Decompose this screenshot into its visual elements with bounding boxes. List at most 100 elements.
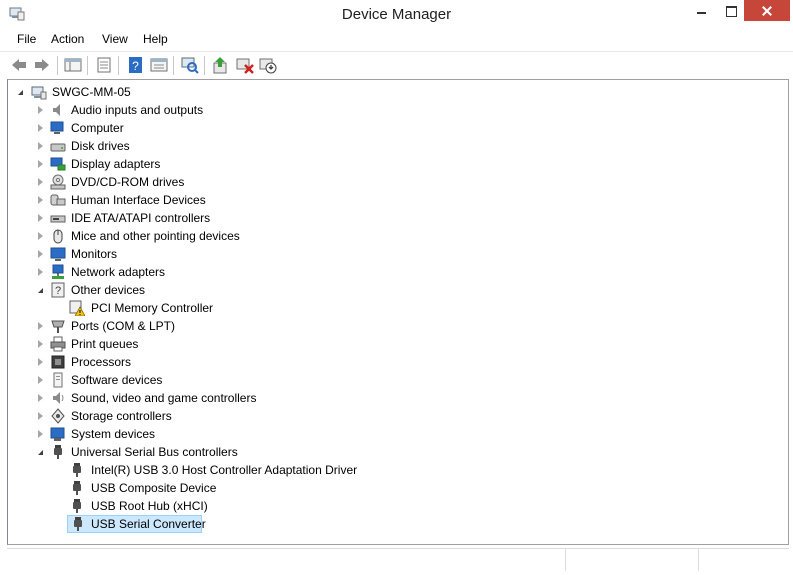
tree-item-label: Audio inputs and outputs	[71, 103, 204, 117]
back-arrow-icon[interactable]	[10, 56, 28, 74]
ide-controller-icon	[50, 215, 66, 223]
tree-item-sound-video-game[interactable]: Sound, video and game controllers	[38, 389, 338, 407]
tree-item-usb-serial-converter[interactable]: USB Serial Converter	[67, 515, 206, 533]
tree-item-audio[interactable]: Audio inputs and outputs	[38, 101, 338, 119]
tree-item-usb-composite-device[interactable]: USB Composite Device	[58, 479, 358, 497]
scan-hardware-icon[interactable]	[181, 56, 199, 74]
device-manager-window: Device Manager File Action View Help ? S…	[0, 0, 793, 575]
menu-bar: File Action View Help	[0, 30, 793, 50]
uninstall-device-icon[interactable]	[236, 56, 254, 74]
monitor-icon	[50, 247, 66, 261]
network-adapter-icon	[52, 264, 64, 279]
collapsed-arrow-icon[interactable]	[38, 142, 43, 150]
tree-item-print-queues[interactable]: Print queues	[38, 335, 338, 353]
expanded-arrow-icon[interactable]	[38, 450, 43, 455]
collapsed-arrow-icon[interactable]	[38, 430, 43, 438]
tree-item-hid[interactable]: Human Interface Devices	[38, 191, 338, 209]
maximize-button[interactable]	[718, 0, 744, 21]
toolbar-separator	[87, 56, 88, 75]
collapsed-arrow-icon[interactable]	[38, 178, 43, 186]
menu-action[interactable]: Action	[51, 32, 84, 46]
collapsed-arrow-icon[interactable]	[38, 160, 43, 168]
tree-item-label: Software devices	[71, 373, 163, 387]
collapsed-arrow-icon[interactable]	[38, 214, 43, 222]
tree-item-label: DVD/CD-ROM drives	[71, 175, 185, 189]
storage-controller-icon	[51, 408, 65, 424]
tree-item-intel-usb3-host-controller[interactable]: Intel(R) USB 3.0 Host Controller Adaptat…	[58, 461, 408, 479]
warning-device-icon	[69, 300, 85, 316]
tree-item-label: Storage controllers	[71, 409, 172, 423]
system-device-icon	[50, 427, 65, 441]
collapsed-arrow-icon[interactable]	[38, 394, 43, 402]
disk-drive-icon	[50, 143, 66, 152]
close-button[interactable]	[744, 0, 790, 21]
computer-icon	[50, 121, 64, 134]
tree-root[interactable]: SWGC-MM-05	[18, 83, 218, 101]
menu-help[interactable]: Help	[143, 32, 168, 46]
tree-item-label: Ports (COM & LPT)	[71, 319, 176, 333]
properties-icon[interactable]	[95, 56, 113, 74]
view-icon[interactable]	[150, 56, 168, 74]
tree-item-usb-controllers[interactable]: Universal Serial Bus controllers	[38, 443, 338, 461]
menu-file[interactable]: File	[17, 32, 36, 46]
tree-item-disk-drives[interactable]: Disk drives	[38, 137, 338, 155]
tree-item-label: Monitors	[71, 247, 118, 261]
expanded-arrow-icon[interactable]	[38, 288, 43, 293]
minimize-button[interactable]	[688, 0, 718, 21]
processor-icon	[51, 355, 65, 369]
tree-item-other-devices[interactable]: ? Other devices	[38, 281, 338, 299]
usb-icon	[74, 517, 82, 531]
collapsed-arrow-icon[interactable]	[38, 250, 43, 258]
tree-item-storage-controllers[interactable]: Storage controllers	[38, 407, 338, 425]
toolbar-separator	[57, 56, 58, 75]
tree-item-display-adapters[interactable]: Display adapters	[38, 155, 338, 173]
tree-item-dvd-drives[interactable]: DVD/CD-ROM drives	[38, 173, 338, 191]
status-bar-separator	[698, 549, 699, 571]
computer-icon	[31, 86, 47, 100]
expanded-arrow-icon[interactable]	[18, 90, 23, 95]
tree-item-system-devices[interactable]: System devices	[38, 425, 338, 443]
tree-item-label: Computer	[71, 121, 124, 135]
collapsed-arrow-icon[interactable]	[38, 232, 43, 240]
collapsed-arrow-icon[interactable]	[38, 322, 43, 330]
status-bar-separator	[565, 549, 566, 571]
collapsed-arrow-icon[interactable]	[38, 340, 43, 348]
tree-item-computer[interactable]: Computer	[38, 119, 338, 137]
tree-item-pci-memory-controller[interactable]: PCI Memory Controller	[58, 299, 358, 317]
toolbar-separator	[204, 56, 205, 75]
collapsed-arrow-icon[interactable]	[38, 268, 43, 276]
collapsed-arrow-icon[interactable]	[38, 412, 43, 420]
collapsed-arrow-icon[interactable]	[38, 106, 43, 114]
mouse-icon	[53, 229, 63, 244]
collapsed-arrow-icon[interactable]	[38, 358, 43, 366]
update-driver-icon[interactable]	[212, 56, 230, 74]
collapsed-arrow-icon[interactable]	[38, 124, 43, 132]
tree-item-label: Network adapters	[71, 265, 166, 279]
disable-device-icon[interactable]	[259, 56, 277, 74]
tree-item-ide-controllers[interactable]: IDE ATA/ATAPI controllers	[38, 209, 338, 227]
tree-item-network-adapters[interactable]: Network adapters	[38, 263, 338, 281]
device-tree[interactable]: SWGC-MM-05 Audio inputs and outputs Comp…	[7, 79, 789, 545]
tree-item-monitors[interactable]: Monitors	[38, 245, 338, 263]
tree-item-software-devices[interactable]: Software devices	[38, 371, 338, 389]
collapsed-arrow-icon[interactable]	[38, 196, 43, 204]
tree-root-label: SWGC-MM-05	[52, 85, 131, 99]
tree-item-label: Print queues	[71, 337, 139, 351]
toolbar: ?	[0, 51, 793, 78]
usb-icon	[54, 445, 62, 459]
sound-icon	[53, 392, 64, 404]
display-adapter-icon	[50, 157, 66, 171]
show-hide-console-tree-icon[interactable]	[64, 56, 82, 74]
tree-item-processors[interactable]: Processors	[38, 353, 338, 371]
title-bar[interactable]: Device Manager	[0, 0, 793, 30]
menu-view[interactable]: View	[102, 32, 128, 46]
tree-item-usb-root-hub[interactable]: USB Root Hub (xHCI)	[58, 497, 358, 515]
hid-icon	[50, 194, 66, 206]
dvd-drive-icon	[50, 174, 66, 190]
collapsed-arrow-icon[interactable]	[38, 376, 43, 384]
tree-item-ports[interactable]: Ports (COM & LPT)	[38, 317, 338, 335]
forward-arrow-icon[interactable]	[33, 56, 51, 74]
help-icon[interactable]: ?	[127, 56, 145, 74]
tree-item-mice[interactable]: Mice and other pointing devices	[38, 227, 338, 245]
toolbar-separator	[173, 56, 174, 75]
